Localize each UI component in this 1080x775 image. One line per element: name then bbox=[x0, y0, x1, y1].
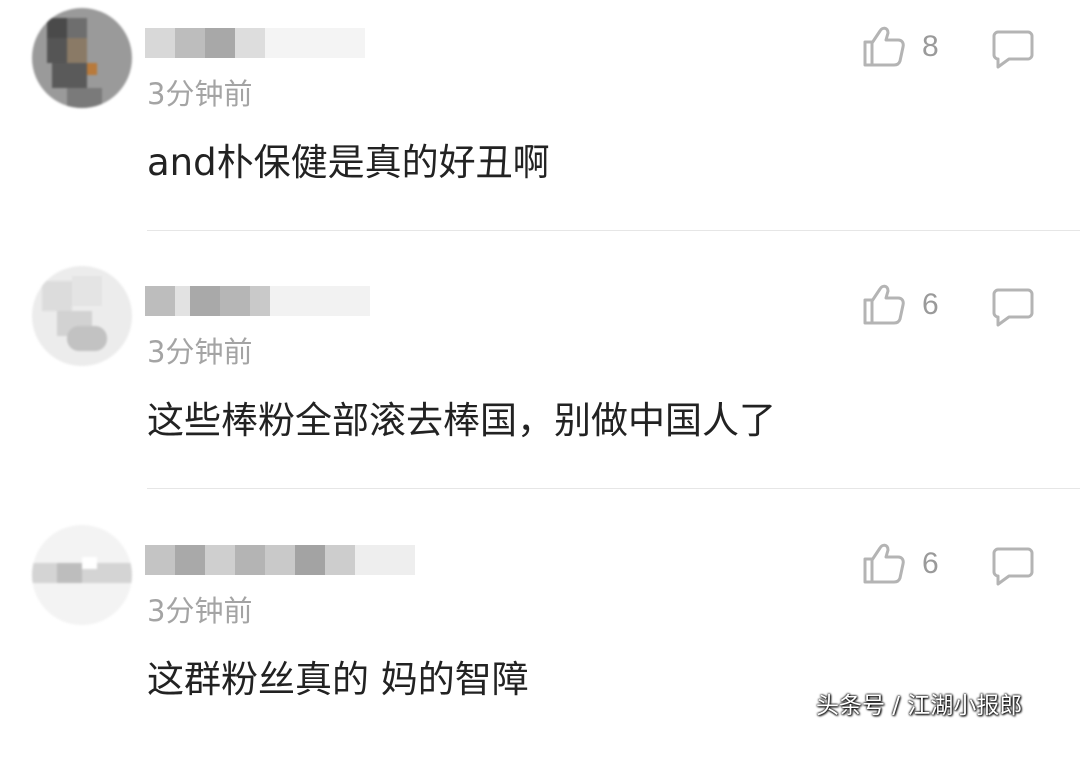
username-blurred[interactable] bbox=[145, 278, 370, 323]
username-blurred[interactable] bbox=[145, 537, 415, 582]
comment-item: 3分钟前 这群粉丝真的 妈的智障 6 bbox=[0, 517, 1080, 775]
divider bbox=[147, 488, 1080, 489]
like-button[interactable] bbox=[858, 21, 908, 71]
avatar[interactable] bbox=[32, 8, 132, 108]
like-button[interactable] bbox=[858, 279, 908, 329]
comment-text: and朴保健是真的好丑啊 bbox=[147, 141, 550, 184]
comment-time: 3分钟前 bbox=[147, 594, 253, 628]
reply-button[interactable] bbox=[990, 26, 1036, 72]
comment-item: 3分钟前 这些棒粉全部滚去棒国，别做中国人了 6 bbox=[0, 258, 1080, 516]
comment-bubble-icon bbox=[992, 288, 1034, 327]
reply-button[interactable] bbox=[990, 543, 1036, 589]
like-count: 6 bbox=[922, 288, 939, 321]
watermark: 头条号 / 江湖小报郎 bbox=[816, 693, 1023, 719]
username-blurred[interactable] bbox=[145, 20, 365, 65]
comment-text: 这群粉丝真的 妈的智障 bbox=[147, 658, 529, 701]
divider bbox=[147, 230, 1080, 231]
comment-bubble-icon bbox=[992, 547, 1034, 586]
comment-time: 3分钟前 bbox=[147, 335, 253, 369]
comment-text: 这些棒粉全部滚去棒国，别做中国人了 bbox=[147, 399, 776, 442]
comment-item: 3分钟前 and朴保健是真的好丑啊 8 bbox=[0, 0, 1080, 258]
avatar[interactable] bbox=[32, 525, 132, 625]
thumbs-up-icon bbox=[863, 284, 905, 325]
reply-button[interactable] bbox=[990, 284, 1036, 330]
thumbs-up-icon bbox=[863, 26, 905, 67]
comment-bubble-icon bbox=[992, 30, 1034, 69]
avatar[interactable] bbox=[32, 266, 132, 366]
like-count: 6 bbox=[922, 547, 939, 580]
like-count: 8 bbox=[922, 30, 939, 63]
like-button[interactable] bbox=[858, 538, 908, 588]
thumbs-up-icon bbox=[863, 543, 905, 584]
comment-time: 3分钟前 bbox=[147, 77, 253, 111]
